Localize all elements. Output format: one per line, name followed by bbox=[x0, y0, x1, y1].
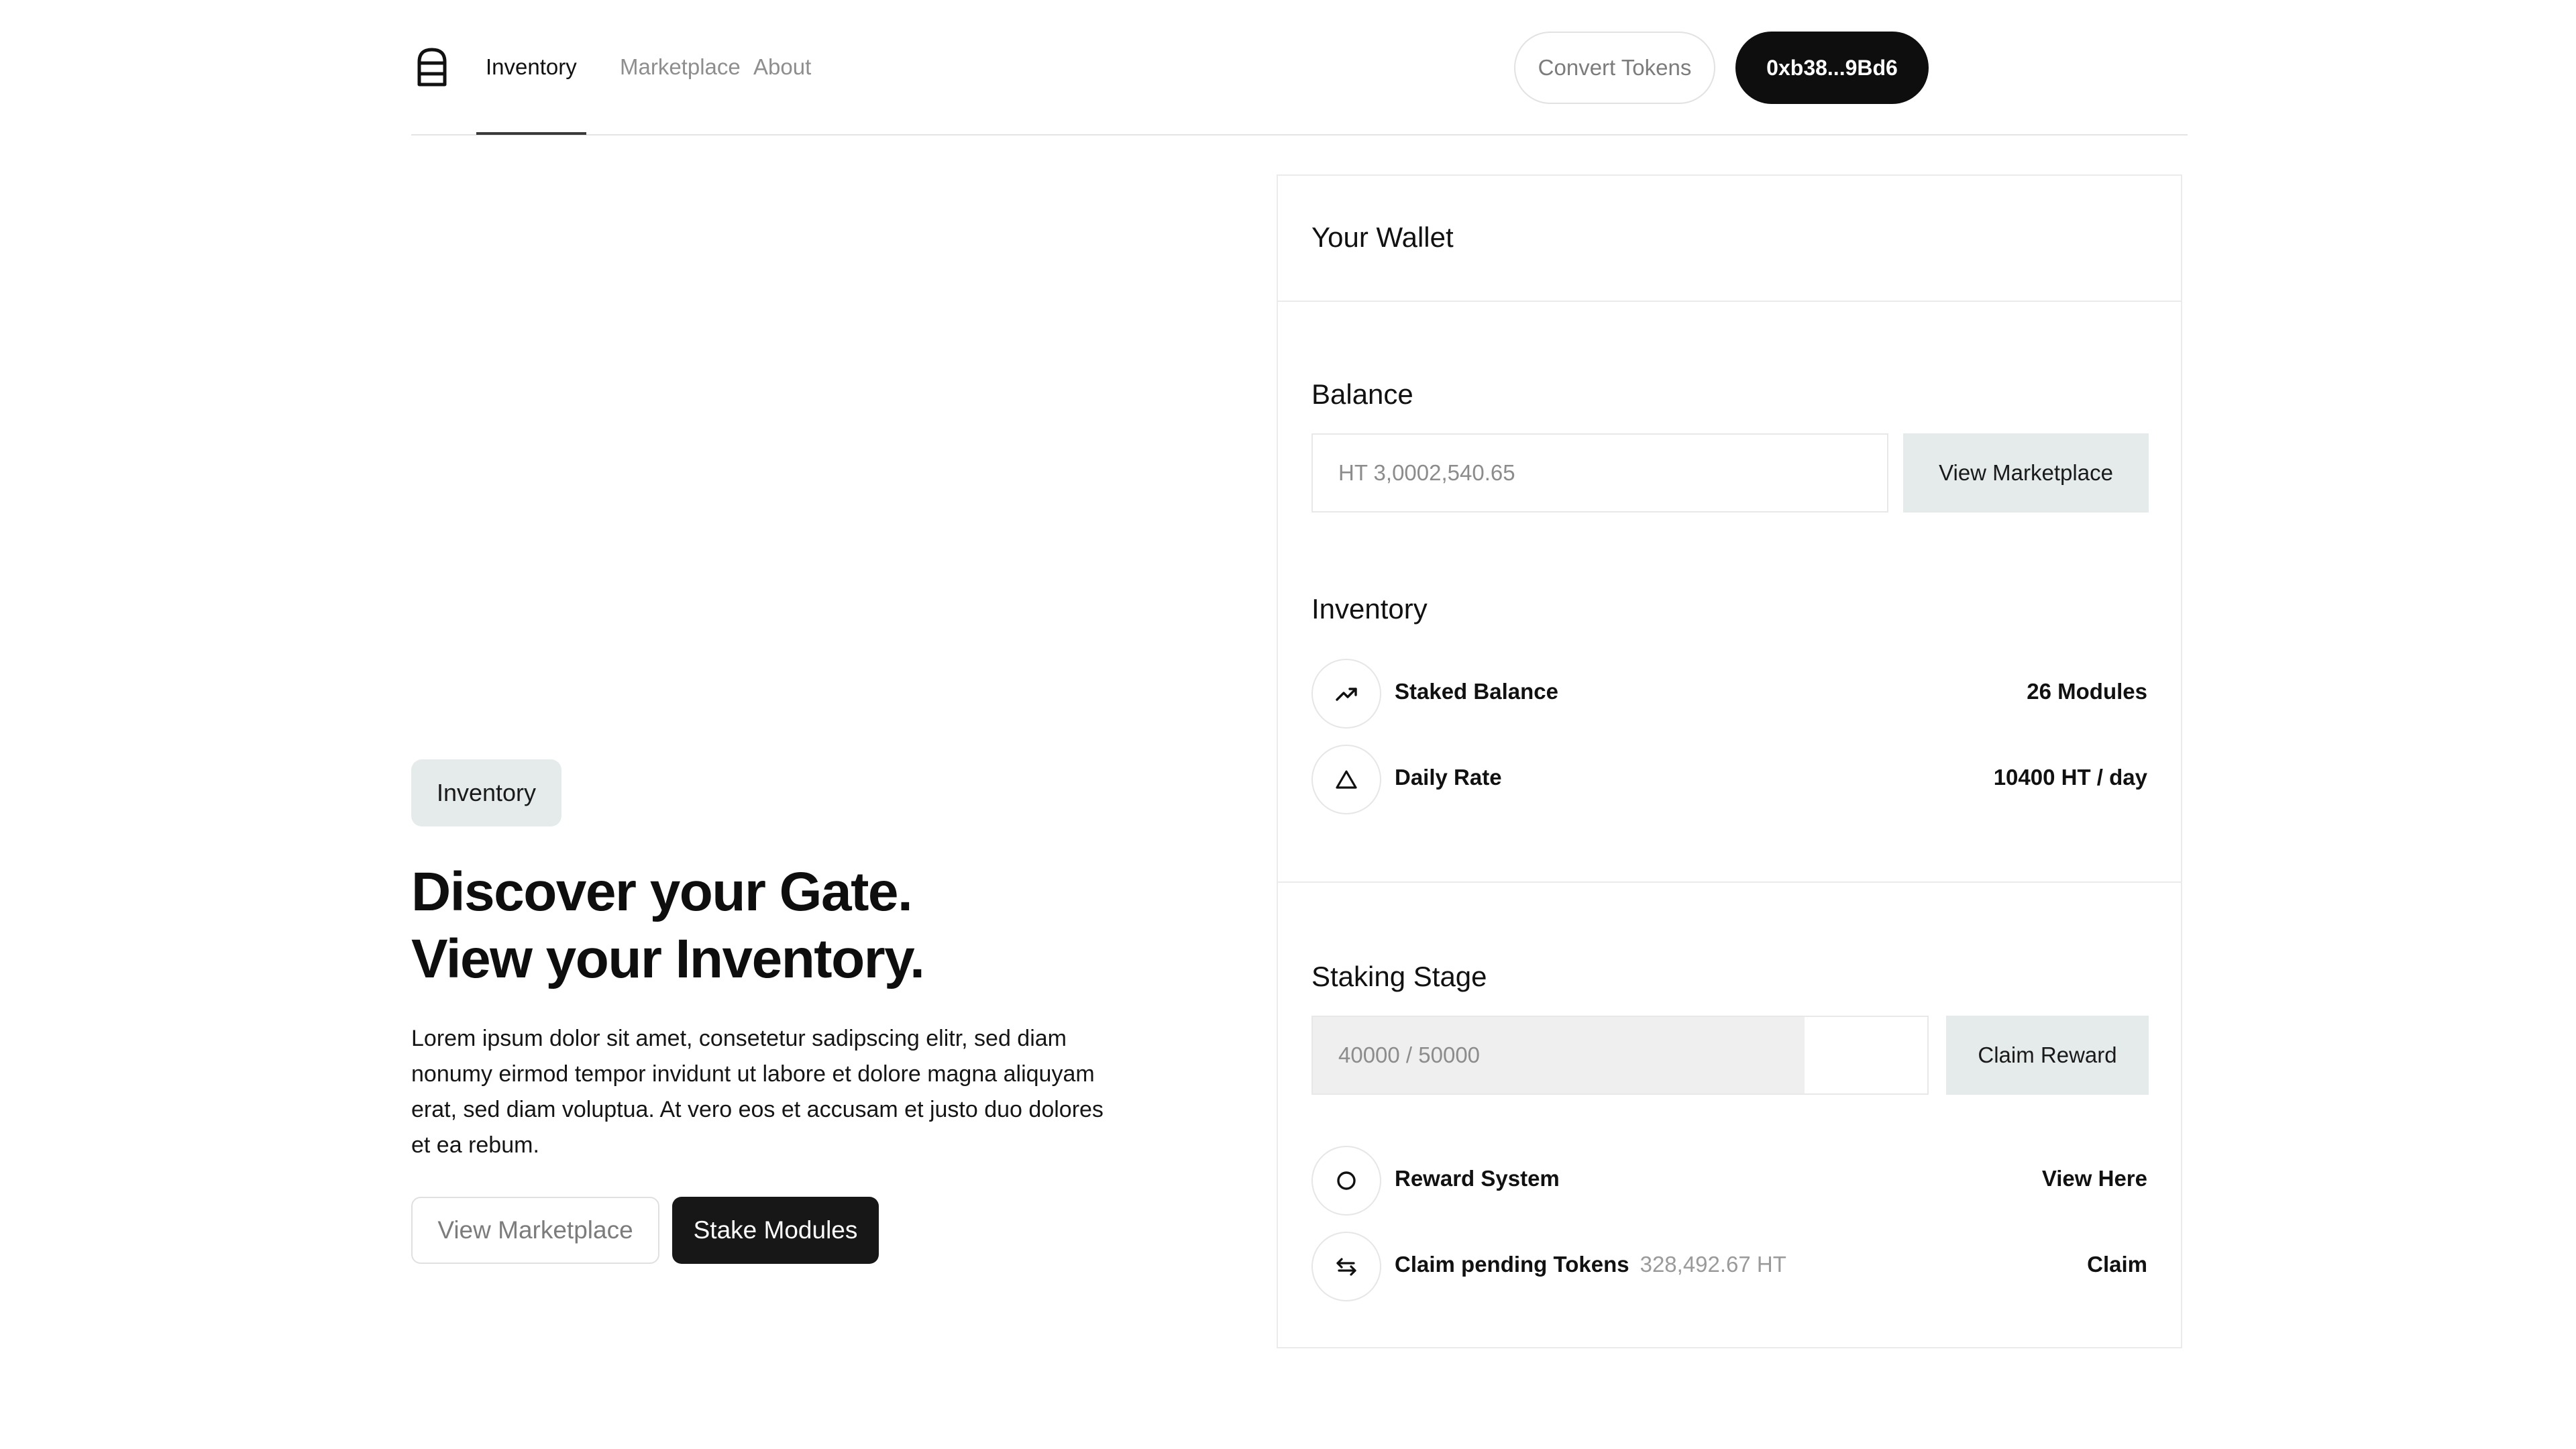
staking-progress-text: 40000 / 50000 bbox=[1338, 1042, 1481, 1067]
inventory-heading: Inventory bbox=[1311, 593, 1428, 625]
hero-title: Discover your Gate. View your Inventory. bbox=[411, 859, 1216, 993]
nav-inventory[interactable]: Inventory bbox=[486, 54, 577, 80]
wallet-card: Your Wallet Balance HT 3,0002,540.65 Vie… bbox=[1277, 174, 2182, 1348]
view-here-link[interactable]: View Here bbox=[2042, 1166, 2147, 1191]
balance-heading: Balance bbox=[1311, 378, 1413, 410]
trending-up-icon bbox=[1311, 659, 1381, 729]
balance-field: HT 3,0002,540.65 bbox=[1311, 433, 1888, 513]
section-badge: Inventory bbox=[411, 759, 561, 826]
balance-view-marketplace-button[interactable]: View Marketplace bbox=[1903, 433, 2149, 513]
circle-icon bbox=[1311, 1146, 1381, 1216]
staking-stage-heading: Staking Stage bbox=[1311, 961, 1487, 992]
staked-balance-label: Staked Balance bbox=[1395, 679, 1558, 704]
wallet-address-button[interactable]: 0xb38...9Bd6 bbox=[1735, 32, 1929, 104]
reward-system-label: Reward System bbox=[1395, 1166, 1560, 1191]
daily-rate-row: Daily Rate 10400 HT / day bbox=[1311, 745, 2147, 814]
card-divider bbox=[1278, 881, 2181, 883]
gate-logo-icon[interactable] bbox=[417, 47, 447, 87]
card-divider bbox=[1278, 301, 2181, 302]
swap-arrows-icon bbox=[1311, 1232, 1381, 1301]
staked-balance-row: Staked Balance 26 Modules bbox=[1311, 659, 2147, 729]
triangle-icon bbox=[1311, 745, 1381, 814]
active-tab-indicator bbox=[476, 132, 586, 135]
convert-tokens-button[interactable]: Convert Tokens bbox=[1514, 32, 1715, 104]
view-marketplace-button[interactable]: View Marketplace bbox=[411, 1197, 659, 1264]
staked-balance-value: 26 Modules bbox=[2027, 679, 2147, 704]
claim-link[interactable]: Claim bbox=[2087, 1252, 2147, 1277]
daily-rate-label: Daily Rate bbox=[1395, 765, 1502, 790]
stake-modules-button[interactable]: Stake Modules bbox=[672, 1197, 879, 1264]
staking-progress-bar: 40000 / 50000 bbox=[1311, 1016, 1929, 1095]
reward-system-row: Reward System View Here bbox=[1311, 1146, 2147, 1216]
hero-title-line-1: Discover your Gate. bbox=[411, 861, 913, 922]
wallet-title: Your Wallet bbox=[1311, 221, 1454, 253]
top-navigation-bar: Inventory Marketplace About Convert Toke… bbox=[411, 0, 2188, 136]
nav-marketplace[interactable]: Marketplace bbox=[620, 54, 741, 80]
pending-tokens-amount: 328,492.67 HT bbox=[1640, 1252, 1786, 1277]
claim-pending-tokens-label: Claim pending Tokens 328,492.67 HT bbox=[1395, 1252, 1786, 1277]
hero-description: Lorem ipsum dolor sit amet, consetetur s… bbox=[411, 1026, 1104, 1158]
nav-about[interactable]: About bbox=[753, 54, 811, 80]
balance-value: HT 3,0002,540.65 bbox=[1338, 460, 1515, 485]
claim-pending-tokens-row: Claim pending Tokens 328,492.67 HT Claim bbox=[1311, 1232, 2147, 1301]
hero-title-line-2: View your Inventory. bbox=[411, 928, 925, 989]
claim-reward-button[interactable]: Claim Reward bbox=[1946, 1016, 2149, 1095]
daily-rate-value: 10400 HT / day bbox=[1993, 765, 2147, 790]
